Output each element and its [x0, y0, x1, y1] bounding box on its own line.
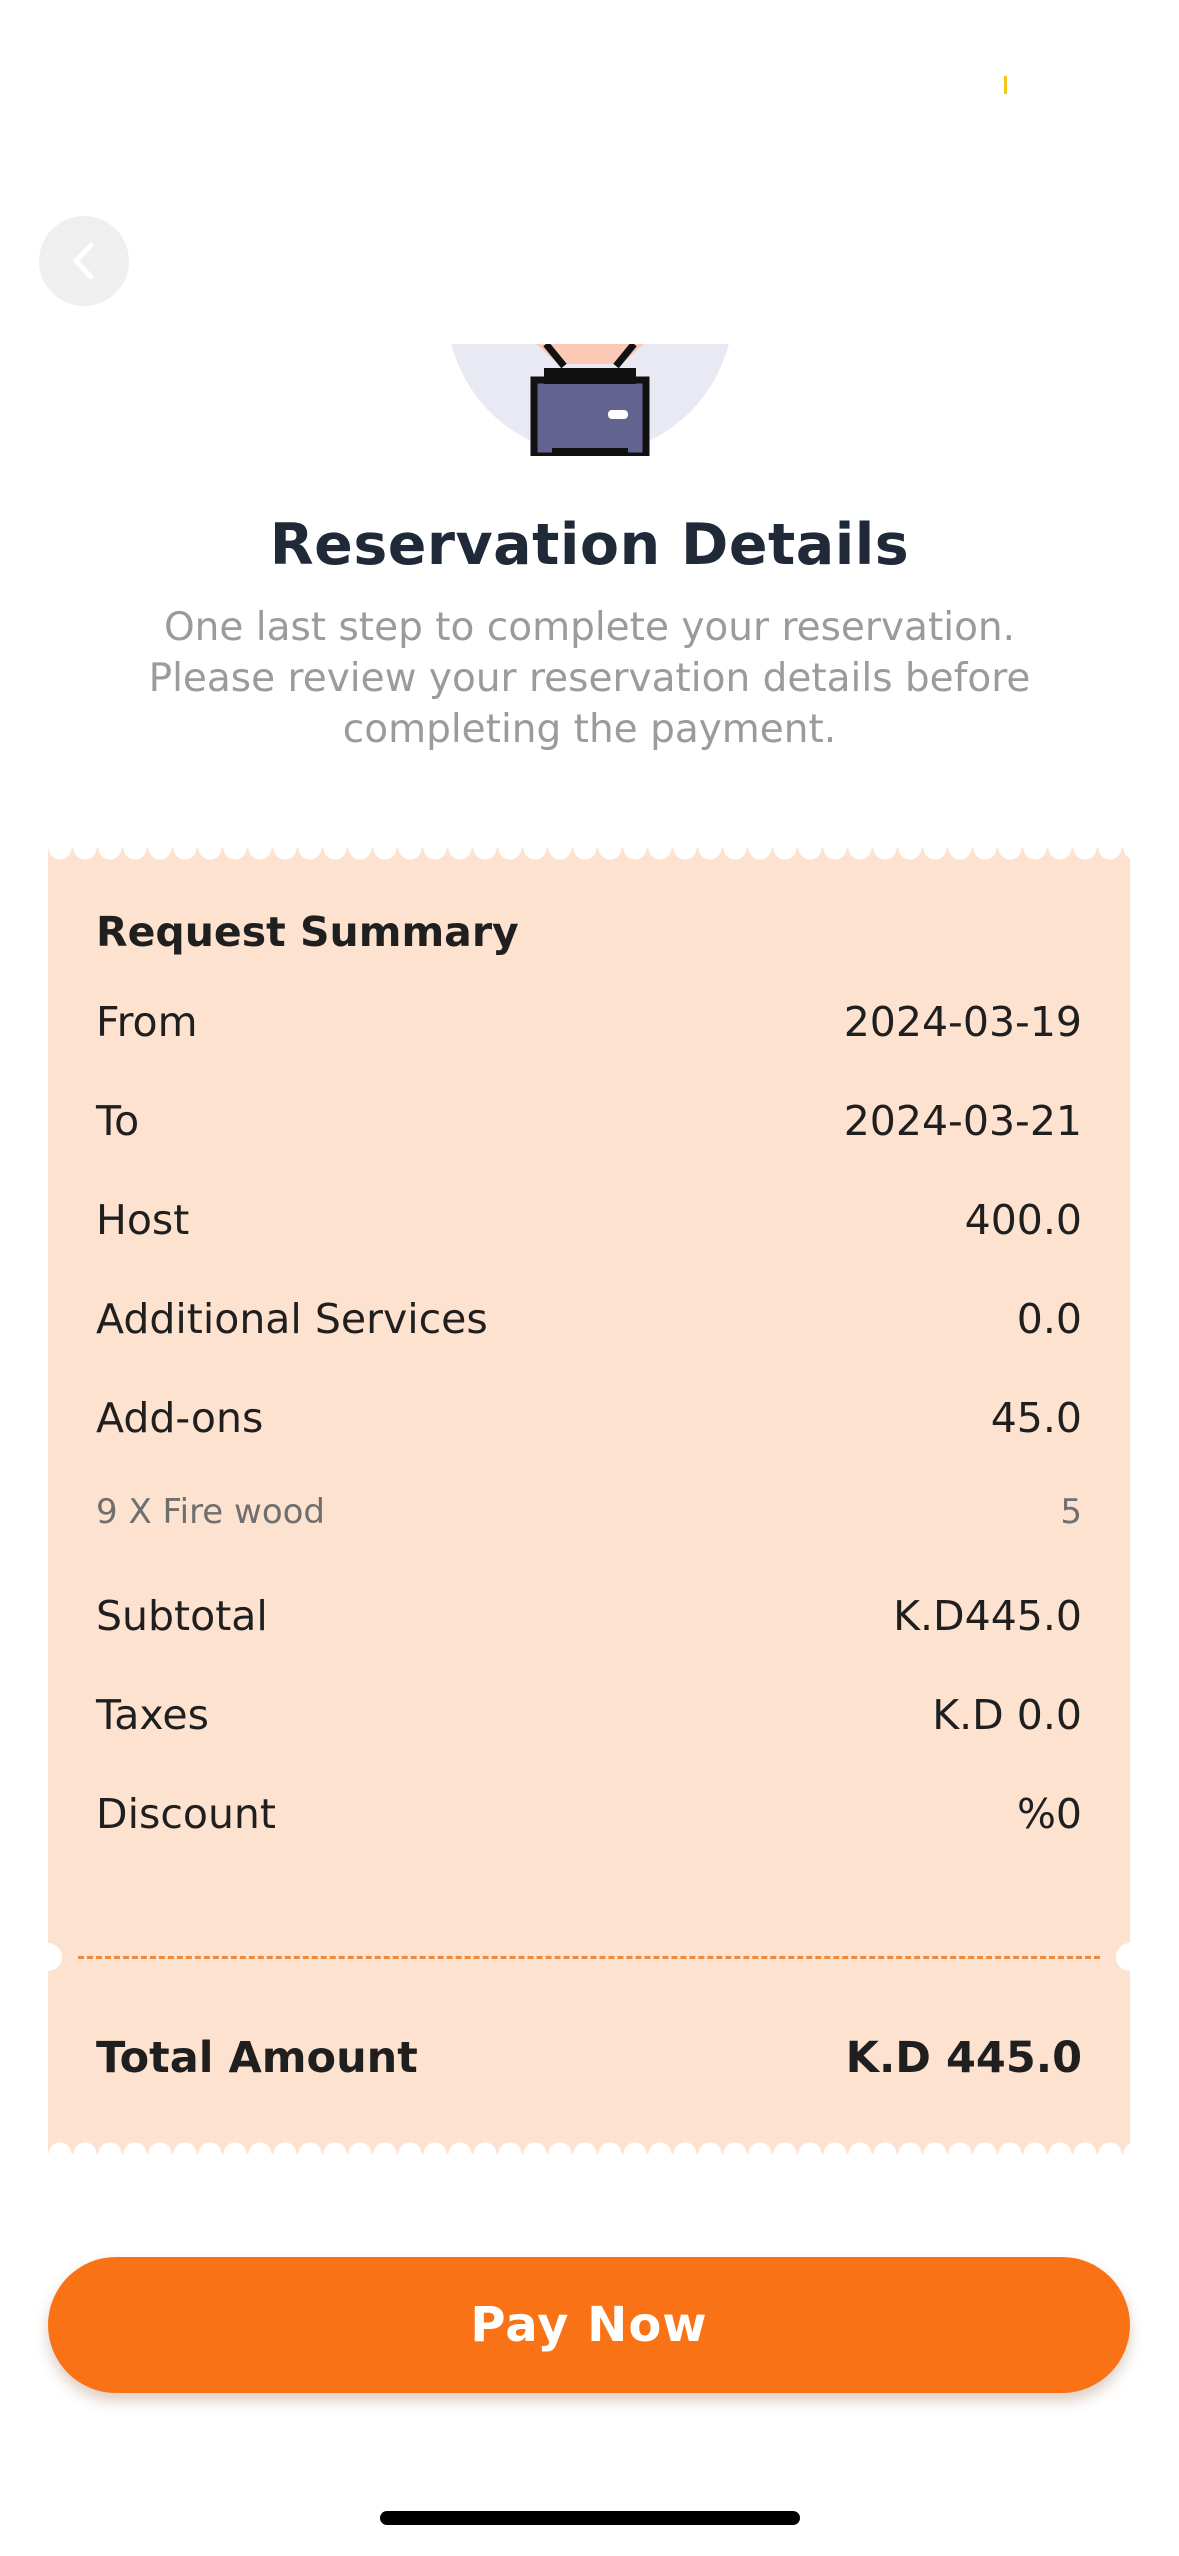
summary-row-additional-services: Additional Services 0.0 — [96, 1295, 1082, 1343]
hero-illustration — [440, 344, 740, 456]
summary-row-taxes: Taxes K.D 0.0 — [96, 1691, 1082, 1739]
chevron-left-icon — [73, 242, 94, 280]
receipt-notch — [1116, 1943, 1144, 1971]
row-value: 2024-03-21 — [843, 1097, 1082, 1145]
page-title: Reservation Details — [269, 512, 910, 578]
row-value: 400.0 — [964, 1196, 1082, 1244]
addon-item-row: 9 X Fire wood 5 — [96, 1492, 1082, 1532]
row-label: From — [96, 998, 198, 1046]
row-label: Add-ons — [96, 1394, 264, 1442]
summary-row-add-ons: Add-ons 45.0 — [96, 1394, 1082, 1442]
total-amount-row: Total Amount K.D 445.0 — [96, 2033, 1082, 2083]
home-indicator — [380, 2511, 800, 2525]
row-value: K.D 0.0 — [932, 1691, 1082, 1739]
row-label: Subtotal — [96, 1592, 268, 1640]
row-value: %0 — [1016, 1790, 1082, 1838]
hand-holding-card-icon — [451, 344, 729, 456]
subtitle-line: Please review your reservation details b… — [148, 656, 1031, 701]
receipt-divider — [78, 1956, 1100, 1959]
subtitle-line: One last step to complete your reservati… — [163, 605, 1016, 650]
row-label: Discount — [96, 1790, 276, 1838]
summary-row-discount: Discount %0 — [96, 1790, 1082, 1838]
row-label: Host — [96, 1196, 190, 1244]
row-value: 2024-03-19 — [843, 998, 1082, 1046]
back-button[interactable] — [39, 216, 129, 306]
receipt-notch — [34, 1943, 62, 1971]
row-value: 45.0 — [990, 1394, 1082, 1442]
receipt-top-edge — [48, 848, 1130, 864]
summary-row-host: Host 400.0 — [96, 1196, 1082, 1244]
receipt-bottom-edge — [48, 2138, 1130, 2154]
row-label: Taxes — [96, 1691, 209, 1739]
row-label: To — [96, 1097, 140, 1145]
row-value: 0.0 — [1016, 1295, 1082, 1343]
summary-heading: Request Summary — [96, 908, 519, 956]
addon-item-value: 5 — [1060, 1492, 1082, 1532]
summary-row-to: To 2024-03-21 — [96, 1097, 1082, 1145]
status-indicator — [1004, 76, 1007, 94]
subtitle-line: completing the payment. — [342, 707, 837, 752]
summary-row-subtotal: Subtotal K.D445.0 — [96, 1592, 1082, 1640]
addon-item-label: 9 X Fire wood — [96, 1492, 326, 1532]
page-subtitle: One last step to complete your reservati… — [120, 602, 1059, 755]
row-value: K.D445.0 — [893, 1592, 1082, 1640]
row-label: Additional Services — [96, 1295, 488, 1343]
total-value: K.D 445.0 — [845, 2033, 1082, 2083]
summary-row-from: From 2024-03-19 — [96, 998, 1082, 1046]
pay-now-button[interactable]: Pay Now — [48, 2257, 1130, 2393]
total-label: Total Amount — [96, 2033, 418, 2083]
reservation-receipt: Request Summary From 2024-03-19 To 2024-… — [34, 848, 1144, 2154]
